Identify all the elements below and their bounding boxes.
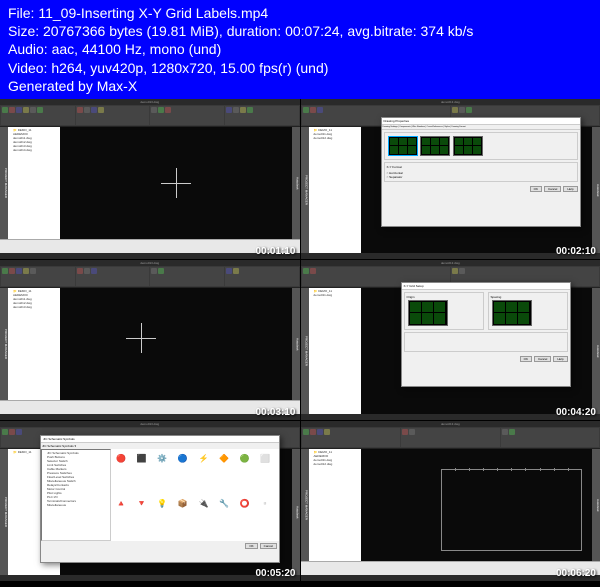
symbol-icon-grid[interactable]: 🔴 ⬛ ⚙️ 🔵 ⚡ 🔶 🟢 ⬜ 🔺 🔻 💡 📦 🔌 🔧 ⭕ ▫️ <box>111 449 279 541</box>
symbol-icon[interactable]: 🔵 <box>176 452 190 466</box>
symbol-icon[interactable]: 🔺 <box>114 496 128 510</box>
schematic-symbols-dialog[interactable]: JIC Schematic Symbols JIC Schematic Symb… <box>40 435 280 563</box>
timestamp: 00:02:10 <box>556 246 596 257</box>
thumbnail-2: demo013.dwg PROJECT MANAGER DEMO_11 demo… <box>301 99 600 259</box>
thumbnail-grid: demo013.dwg PROJECT MANAGER DEMO_11 AEDE… <box>0 99 600 581</box>
drawing-properties-dialog[interactable]: Drawing Properties Drawing Settings | Co… <box>381 117 581 227</box>
timestamp: 00:04:20 <box>556 407 596 418</box>
thumbnail-3: demo013.dwg PROJECT MANAGER DEMO_11 AEDE… <box>0 260 300 420</box>
timestamp: 00:03:10 <box>255 407 295 418</box>
menu-dropdown[interactable]: JIC Schematic Symbols <box>42 444 74 448</box>
symbol-icon[interactable]: ▫️ <box>258 496 272 510</box>
timestamp: 00:06:20 <box>556 568 596 579</box>
timestamp: 00:01:10 <box>255 246 295 257</box>
cancel-button[interactable]: Cancel <box>534 356 551 362</box>
symbols-tree[interactable]: JIC Schematic Symbols Push Buttons Selec… <box>41 449 111 541</box>
audio-value: aac, 44100 Hz, mono (und) <box>52 41 222 57</box>
bitrate-value: 374 kb/s <box>421 23 474 39</box>
help-button[interactable]: Help <box>553 356 567 362</box>
project-manager-panel[interactable]: PROJECT MANAGER DEMO_11 AEDEMO0 demo011.… <box>0 288 60 400</box>
pm-tab[interactable]: PROJECT MANAGER <box>0 127 8 239</box>
symbol-icon[interactable]: 🔌 <box>197 496 211 510</box>
dialog-title: JIC Schematic Symbols <box>41 436 279 443</box>
ribbon[interactable] <box>0 266 300 288</box>
video-label: Video: <box>8 60 47 76</box>
project-manager-panel[interactable]: PROJECT MANAGER DEMO_11 AEDEMO0 demo011.… <box>0 127 60 239</box>
audio-label: Audio: <box>8 41 48 57</box>
thumbnail-4: demo013.dwg PROJECT MANAGER DEMO_11 demo… <box>301 260 600 420</box>
dialog-title: Drawing Properties <box>382 118 580 125</box>
ok-button[interactable]: OK <box>245 543 257 549</box>
size-label: Size: <box>8 23 39 39</box>
drawing-canvas[interactable] <box>361 449 593 561</box>
project-tree[interactable]: DEMO_11 AEDEMO0 demo011.dwg demo012.dwg … <box>8 127 60 239</box>
symbol-icon[interactable]: 🔶 <box>217 452 231 466</box>
right-panel[interactable]: Autodesk <box>292 127 300 239</box>
ribbon[interactable] <box>0 105 300 127</box>
symbol-icon[interactable]: ⬜ <box>258 452 272 466</box>
origin-preview[interactable] <box>408 300 448 326</box>
symbol-icon[interactable]: 💡 <box>155 496 169 510</box>
drawing-canvas[interactable] <box>60 288 292 400</box>
bitrate-label: avg.bitrate: <box>347 23 416 39</box>
duration-value: 00:07:24, <box>285 23 343 39</box>
symbol-icon[interactable]: 📦 <box>176 496 190 510</box>
symbol-icon[interactable]: ⚙️ <box>155 452 169 466</box>
tree-item[interactable]: demo014.dwg <box>9 148 59 152</box>
xy-grid-frame <box>441 469 583 551</box>
symbol-icon[interactable]: ⭕ <box>238 496 252 510</box>
symbol-icon[interactable]: ⬛ <box>135 452 149 466</box>
xy-format-label: X-Y Format <box>387 165 575 169</box>
cancel-button[interactable]: Cancel <box>260 543 277 549</box>
format-preview[interactable] <box>420 136 450 156</box>
thumbnail-6: demo013.dwg PROJECT MANAGER DEMO_11 AEDE… <box>301 421 600 581</box>
size-value: 20767366 bytes (19.81 MiB), <box>43 23 223 39</box>
symbol-icon[interactable]: 🔧 <box>217 496 231 510</box>
thumbnail-5: demo013.dwg PROJECT MANAGER DEMO_11 Auto… <box>0 421 300 581</box>
cancel-button[interactable]: Cancel <box>544 186 561 192</box>
pm-tab[interactable]: PROJECT MANAGER <box>301 127 309 253</box>
right-panel[interactable]: Autodesk <box>592 127 600 253</box>
generated-by: Generated by Max-X <box>8 77 592 95</box>
options-section <box>404 332 568 352</box>
preview-section <box>387 135 575 157</box>
format-preview[interactable] <box>388 136 418 156</box>
symbol-icon[interactable]: ⚡ <box>197 452 211 466</box>
media-info-header: File: 11_09-Inserting X-Y Grid Labels.mp… <box>0 0 600 99</box>
drawing-canvas[interactable] <box>60 127 292 239</box>
symbol-icon[interactable]: 🟢 <box>238 452 252 466</box>
symbol-icon[interactable]: 🔴 <box>114 452 128 466</box>
ok-button[interactable]: OK <box>530 186 542 192</box>
file-label: File: <box>8 5 34 21</box>
spacing-preview[interactable] <box>492 300 532 326</box>
ok-button[interactable]: OK <box>520 356 532 362</box>
symbol-icon[interactable]: 🔻 <box>135 496 149 510</box>
duration-label: duration: <box>227 23 281 39</box>
thumbnail-1: demo013.dwg PROJECT MANAGER DEMO_11 AEDE… <box>0 99 300 259</box>
help-button[interactable]: Help <box>563 186 577 192</box>
xy-grid-setup-dialog[interactable]: X-Y Grid Setup Origin Spacing OK Cancel <box>401 282 571 387</box>
format-preview[interactable] <box>453 136 483 156</box>
filename: 11_09-Inserting X-Y Grid Labels.mp4 <box>38 5 268 21</box>
dialog-title: X-Y Grid Setup <box>402 283 570 290</box>
project-manager-panel[interactable]: PROJECT MANAGER DEMO_11 demo011.dwg demo… <box>301 127 361 253</box>
timestamp: 00:05:20 <box>255 568 295 579</box>
project-tree[interactable]: DEMO_11 demo011.dwg demo012.dwg <box>309 127 361 253</box>
video-value: h264, yuv420p, 1280x720, 15.00 fps(r) (u… <box>51 60 328 76</box>
